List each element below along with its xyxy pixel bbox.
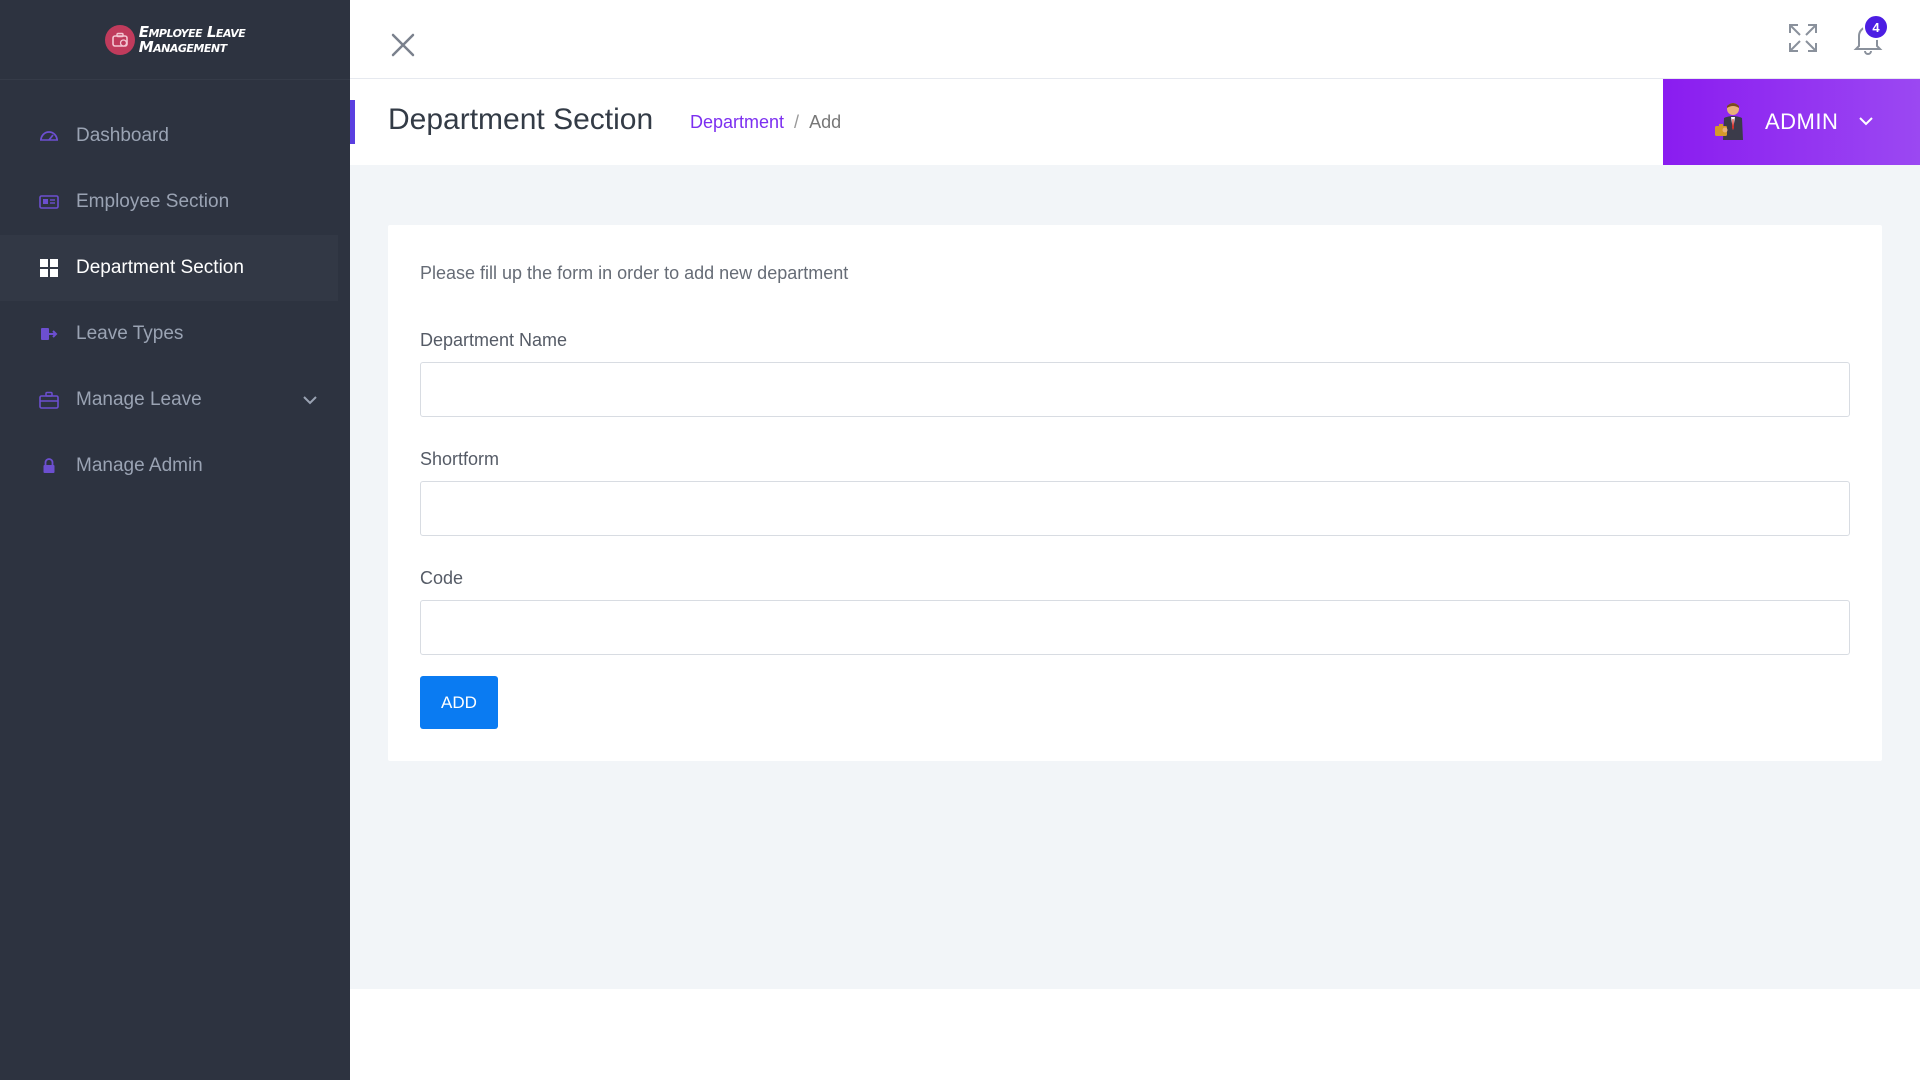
add-department-form: Please fill up the form in order to add …	[388, 225, 1882, 761]
logo[interactable]: Employee Leave Management	[0, 0, 350, 80]
grid-icon	[38, 257, 60, 279]
logo-line-2: Management	[138, 37, 227, 56]
sidebar-nav: Dashboard Employee Section Department Se…	[0, 80, 350, 499]
breadcrumb: Department / Add	[690, 112, 841, 133]
notification-count-badge: 4	[1863, 14, 1889, 40]
avatar	[1713, 100, 1749, 144]
code-input[interactable]	[420, 600, 1850, 655]
sidebar: Employee Leave Management Dashboard Empl…	[0, 0, 350, 1080]
breadcrumb-separator: /	[794, 112, 800, 132]
top-bar: 4	[350, 0, 1920, 79]
sidebar-item-label: Employee Section	[76, 191, 230, 212]
shortform-label: Shortform	[420, 449, 500, 469]
sidebar-item-dashboard[interactable]: Dashboard	[0, 103, 338, 169]
chevron-down-icon[interactable]	[302, 389, 318, 411]
close-sidebar-icon[interactable]	[388, 30, 418, 60]
sidebar-item-manage-admin[interactable]: Manage Admin	[0, 433, 338, 499]
briefcase-logo-icon	[104, 24, 135, 55]
page-title: Department Section	[388, 103, 654, 136]
shortform-input[interactable]	[420, 481, 1850, 536]
code-label: Code	[420, 568, 464, 588]
department-name-label: Department Name	[420, 330, 568, 350]
logo-text: Employee Leave Management	[138, 24, 246, 56]
briefcase-icon	[38, 389, 60, 411]
user-menu[interactable]: ADMIN	[1663, 79, 1920, 165]
sign-out-icon	[38, 323, 60, 345]
fullscreen-expand-icon[interactable]	[1787, 22, 1819, 54]
sidebar-item-employee-section[interactable]: Employee Section	[0, 169, 338, 235]
add-button[interactable]: ADD	[420, 676, 498, 729]
sidebar-item-leave-types[interactable]: Leave Types	[0, 301, 338, 367]
form-intro-text: Please fill up the form in order to add …	[420, 263, 849, 283]
department-name-input[interactable]	[420, 362, 1850, 417]
chevron-down-icon	[1858, 113, 1874, 131]
header-accent-bar	[350, 100, 355, 144]
dashboard-gauge-icon	[38, 125, 60, 147]
user-name: ADMIN	[1765, 109, 1839, 134]
sidebar-item-label: Leave Types	[76, 323, 184, 344]
breadcrumb-current: Add	[809, 112, 842, 132]
breadcrumb-link-department[interactable]: Department	[690, 112, 784, 133]
sidebar-item-label: Department Section	[76, 257, 244, 278]
page-header: Department Section Department / Add ADMI…	[350, 79, 1920, 165]
lock-icon	[38, 455, 60, 477]
id-card-icon	[38, 191, 60, 213]
sidebar-item-label: Manage Admin	[76, 455, 203, 476]
sidebar-item-manage-leave[interactable]: Manage Leave	[0, 367, 338, 433]
sidebar-item-label: Manage Leave	[76, 389, 202, 410]
sidebar-item-department-section[interactable]: Department Section	[0, 235, 338, 301]
sidebar-item-label: Dashboard	[76, 125, 169, 146]
